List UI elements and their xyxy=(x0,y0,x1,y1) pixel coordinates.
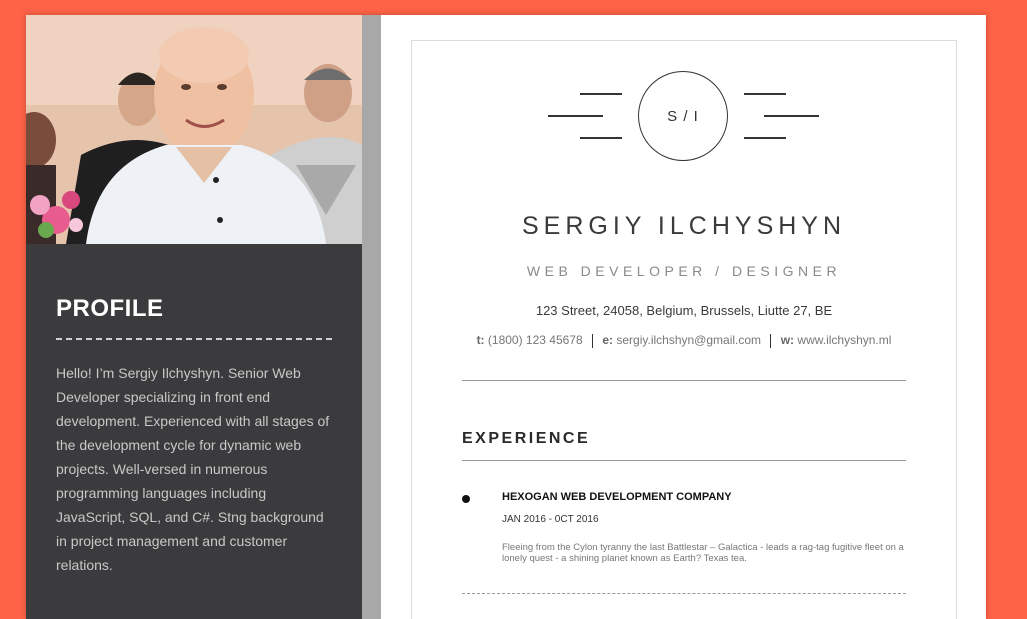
profile-text: Hello! I’m Sergiy Ilchyshyn. Senior Web … xyxy=(56,365,330,573)
monogram-circle: S / I xyxy=(638,71,728,161)
website-link[interactable]: www.ilchyshyn.ml xyxy=(797,333,891,347)
monogram-line xyxy=(548,115,603,117)
address: 123 Street, 24058, Belgium, Brussels, Li… xyxy=(535,303,833,318)
profile-photo-image xyxy=(26,15,362,244)
monogram-line xyxy=(744,93,786,95)
contact-separator xyxy=(770,333,772,348)
accent-bar xyxy=(362,15,381,619)
header-divider xyxy=(462,380,906,381)
full-name: SERGIY ILCHYSHYN xyxy=(521,212,847,240)
phone-label: t: xyxy=(476,333,485,347)
profile-heading: PROFILE xyxy=(56,295,164,322)
monogram-line xyxy=(744,137,786,139)
web-label: w: xyxy=(780,333,795,347)
job-separator xyxy=(462,593,906,594)
profile-divider xyxy=(56,338,332,340)
job-description: Fleeing from the Cylon tyranny the last … xyxy=(502,542,904,564)
profile-photo xyxy=(26,15,362,244)
monogram-line xyxy=(580,93,622,95)
experience-divider xyxy=(462,460,906,461)
resume-sheet: PROFILE Hello! I’m Sergiy Ilchyshyn. Sen… xyxy=(26,15,986,619)
contact-separator xyxy=(592,333,593,348)
job-company: HEXOGAN WEB DEVELOPMENT COMPANY xyxy=(502,491,732,503)
contact-line: t: (1800) 123 45678 e: sergiy.ilchshyn@g… xyxy=(412,333,956,348)
monogram-emblem: S / I xyxy=(548,71,820,163)
experience-heading: EXPERIENCE xyxy=(462,430,591,447)
job-role: WEB DEVELOPER / DESIGNER xyxy=(526,263,842,279)
monogram-line xyxy=(764,115,819,117)
email-link[interactable]: sergiy.ilchshyn@gmail.com xyxy=(616,333,761,347)
sidebar: PROFILE Hello! I’m Sergiy Ilchyshyn. Sen… xyxy=(26,15,362,619)
job-bullet-icon xyxy=(462,495,470,503)
email-label: e: xyxy=(602,333,614,347)
main-content: S / I SERGIY ILCHYSHYN WEB DEVELOPER / D… xyxy=(411,40,957,619)
monogram-line xyxy=(580,137,622,139)
phone-number[interactable]: (1800) 123 45678 xyxy=(488,333,583,347)
job-dates: JAN 2016 - 0CT 2016 xyxy=(502,514,599,525)
